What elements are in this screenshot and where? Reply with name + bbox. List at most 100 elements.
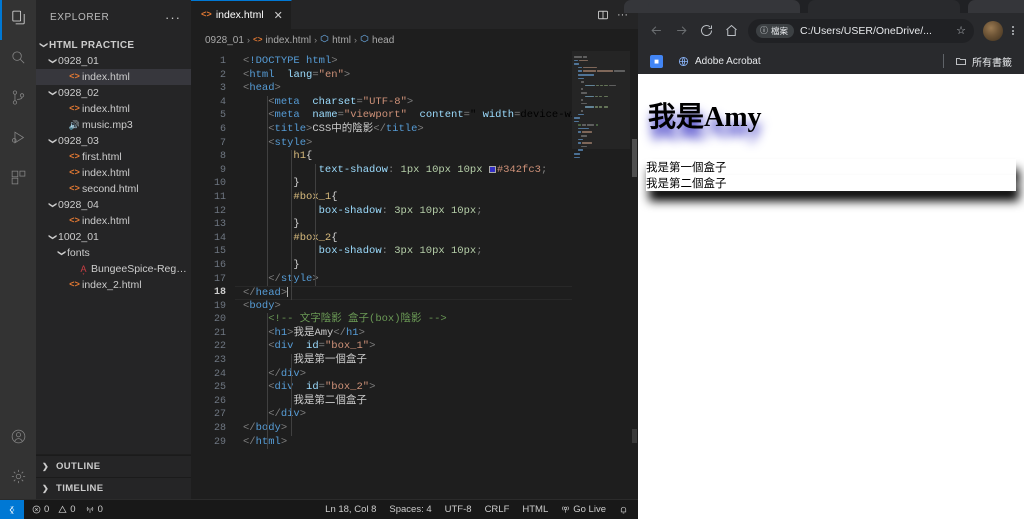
- minimap-slider[interactable]: [572, 51, 630, 149]
- browser-menu-icon[interactable]: [1008, 26, 1018, 35]
- forward-button[interactable]: [669, 19, 693, 43]
- activity-item-explorer[interactable]: [0, 0, 36, 40]
- tree-item-index-html[interactable]: <> index.html: [36, 101, 191, 117]
- line-number: 23: [213, 355, 226, 367]
- tree-item-label: 0928_01: [58, 55, 99, 67]
- minimap[interactable]: [572, 51, 630, 499]
- browser-toolbar: ⓘ 檔案 C:/Users/USER/OneDrive/... ☆: [638, 13, 1024, 48]
- activity-item-run-and-debug[interactable]: [0, 120, 36, 160]
- editor-scrollbar[interactable]: [630, 51, 638, 499]
- status-problems[interactable]: 0: [32, 504, 49, 515]
- html5-icon: <>: [69, 280, 80, 290]
- status-warnings[interactable]: 0: [58, 504, 76, 515]
- bookmarks-bar: ■ Adobe Acrobat 所有書籤: [638, 48, 1024, 74]
- status-notifications[interactable]: [619, 505, 628, 515]
- activity-item-search[interactable]: [0, 40, 36, 80]
- panel-timeline-label: TIMELINE: [56, 483, 104, 494]
- bookmark-star-icon[interactable]: ☆: [956, 24, 966, 37]
- browser-tab-2[interactable]: [648, 0, 800, 13]
- tree-item-label: first.html: [82, 151, 122, 163]
- html5-icon: <>: [69, 72, 80, 82]
- split-editor-right-icon[interactable]: [597, 9, 609, 21]
- divider: [943, 54, 944, 68]
- activity-item-accounts[interactable]: [0, 419, 36, 459]
- tree-item-fonts[interactable]: ❯ fonts: [36, 245, 191, 261]
- status-go-live[interactable]: Go Live: [561, 504, 606, 515]
- panel-outline[interactable]: ❯ OUTLINE: [36, 455, 191, 477]
- tree-item-index-2-html[interactable]: <> index_2.html: [36, 277, 191, 293]
- tree-item-0928-03[interactable]: ❯ 0928_03: [36, 133, 191, 149]
- breadcrumb-item-html[interactable]: html: [320, 34, 351, 46]
- code-editor[interactable]: 1 2 3 4 5 6 7 8 9 10 11 12 13 14 15 16 17 18 19 20 21 22 23 24 2…: [191, 51, 638, 499]
- breadcrumb-item-index-html[interactable]: <> index.html: [253, 35, 311, 46]
- activity-item-source-control[interactable]: [0, 80, 36, 120]
- breadcrumb-separator: ›: [354, 35, 358, 45]
- tree-item-index-html[interactable]: <> index.html: [36, 69, 191, 85]
- profile-avatar[interactable]: [983, 20, 1003, 41]
- bookmark-item-1[interactable]: ■: [646, 53, 667, 70]
- browser-tab-active[interactable]: [808, 0, 960, 13]
- status-go-live-label: Go Live: [573, 504, 606, 515]
- activity-item-extensions[interactable]: [0, 160, 36, 200]
- line-number: 1: [219, 56, 226, 67]
- html5-icon: <>: [201, 10, 212, 20]
- status-eol[interactable]: CRLF: [485, 504, 510, 515]
- breadcrumb[interactable]: 0928_01 › <> index.html › html › head: [191, 29, 638, 51]
- tree-item-index-html[interactable]: <> index.html: [36, 213, 191, 229]
- tree-item-0928-01[interactable]: ❯ 0928_01: [36, 53, 191, 69]
- vscode-body: EXPLORER ··· ❯ HTML PRACTICE ❯ 0928_01 <> ind…: [0, 0, 638, 499]
- html5-icon: <>: [252, 35, 263, 45]
- line-number: 8: [219, 151, 226, 163]
- status-encoding[interactable]: UTF-8: [445, 504, 472, 515]
- bell-icon: [620, 506, 627, 513]
- line-number: 18: [213, 287, 226, 299]
- tree-item-bungeespice-regu[interactable]: A͙ BungeeSpice-Regu...: [36, 261, 191, 277]
- status-ports[interactable]: 0: [85, 504, 103, 515]
- scrollbar-decoration: [632, 429, 637, 443]
- tree-item-0928-04[interactable]: ❯ 0928_04: [36, 197, 191, 213]
- tree-item-first-html[interactable]: <> first.html: [36, 149, 191, 165]
- line-number: 14: [213, 232, 226, 244]
- back-button[interactable]: [644, 19, 668, 43]
- line-number: 21: [213, 327, 226, 339]
- extensions-icon: [10, 169, 27, 191]
- tree-item-html-practice[interactable]: ❯ HTML PRACTICE: [36, 37, 191, 53]
- home-button[interactable]: [719, 19, 743, 43]
- line-number: 9: [219, 164, 226, 176]
- tree-item-second-html[interactable]: <> second.html: [36, 181, 191, 197]
- gear-icon: [10, 468, 27, 490]
- minimap-line: [572, 156, 630, 160]
- explorer-title: EXPLORER: [50, 12, 110, 23]
- line-number: 5: [219, 110, 226, 122]
- close-icon[interactable]: ✕: [274, 9, 283, 22]
- status-language-mode[interactable]: HTML: [522, 504, 548, 515]
- tab-index-html[interactable]: <> index.html ✕: [191, 0, 292, 29]
- status-cursor-position[interactable]: Ln 18, Col 8: [325, 504, 376, 515]
- all-bookmarks-button[interactable]: 所有書籤: [950, 52, 1016, 71]
- panel-timeline[interactable]: ❯ TIMELINE: [36, 477, 191, 499]
- bookmark-item-adobe-acrobat[interactable]: Adobe Acrobat: [673, 53, 765, 70]
- status-indentation[interactable]: Spaces: 4: [389, 504, 431, 515]
- google-docs-icon: ■: [650, 54, 663, 68]
- file-tree[interactable]: ❯ HTML PRACTICE ❯ 0928_01 <> index.html ❯ 0928_…: [36, 35, 191, 454]
- editor-group: <> index.html ✕ ··· 0928_01 › <> index.html…: [191, 0, 638, 499]
- tree-item-music-mp3[interactable]: 🔊 music.mp3: [36, 117, 191, 133]
- explorer-more-actions-icon[interactable]: ···: [165, 10, 185, 25]
- reload-button[interactable]: [694, 19, 718, 43]
- tree-item-1002-01[interactable]: ❯ 1002_01: [36, 229, 191, 245]
- info-circle-icon: ⓘ: [760, 26, 768, 35]
- html5-icon: <>: [69, 168, 80, 178]
- site-info-chip[interactable]: ⓘ 檔案: [756, 23, 795, 38]
- breadcrumb-item-0928-01[interactable]: 0928_01: [205, 35, 244, 46]
- tree-item-index-html[interactable]: <> index.html: [36, 165, 191, 181]
- remote-window-button[interactable]: [0, 499, 24, 519]
- reload-icon: [700, 25, 712, 36]
- address-bar[interactable]: ⓘ 檔案 C:/Users/USER/OneDrive/... ☆: [748, 18, 974, 43]
- scrollbar-thumb[interactable]: [632, 139, 637, 177]
- browser-tab-4[interactable]: [968, 0, 1024, 13]
- activity-item-settings[interactable]: [0, 459, 36, 499]
- chevron-down-icon: ❯: [57, 249, 67, 257]
- tree-item-0928-02[interactable]: ❯ 0928_02: [36, 85, 191, 101]
- breadcrumb-item-head[interactable]: head: [360, 34, 394, 46]
- tree-item-label: 0928_03: [58, 135, 99, 147]
